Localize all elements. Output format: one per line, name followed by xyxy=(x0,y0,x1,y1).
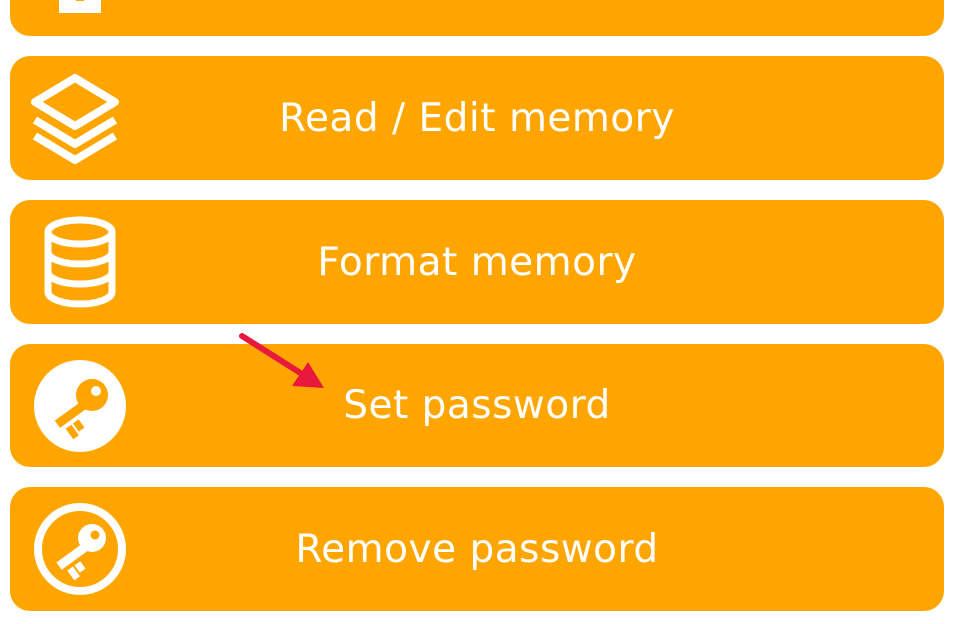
remove-password-label: Remove password xyxy=(295,526,659,572)
square-icon xyxy=(30,0,130,24)
set-password-button[interactable]: Set password xyxy=(10,344,944,467)
set-password-label: Set password xyxy=(343,383,611,428)
key-circle-outline-icon xyxy=(30,499,130,599)
top-menu-button[interactable] xyxy=(10,0,944,36)
database-icon xyxy=(30,212,130,312)
format-memory-label: Format memory xyxy=(317,239,637,285)
read-edit-memory-label: Read / Edit memory xyxy=(279,95,675,141)
format-memory-button[interactable]: Format memory xyxy=(10,200,944,324)
layers-icon xyxy=(25,68,125,168)
remove-password-button[interactable]: Remove password xyxy=(10,487,944,611)
key-circle-filled-icon xyxy=(30,356,130,456)
read-edit-memory-button[interactable]: Read / Edit memory xyxy=(10,56,944,180)
